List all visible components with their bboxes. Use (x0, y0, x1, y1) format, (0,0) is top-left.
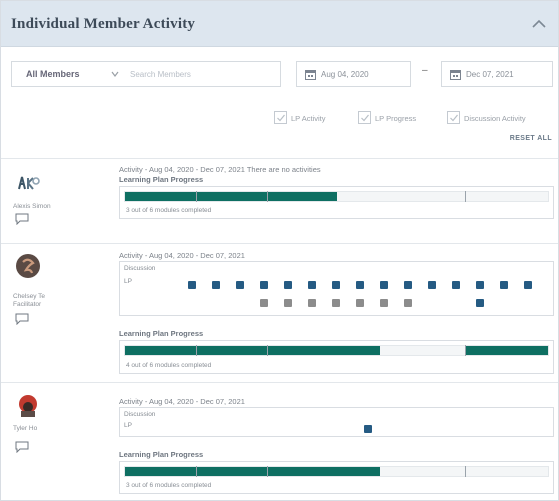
module-divider (465, 191, 466, 202)
avatar (18, 176, 40, 190)
member-select[interactable]: All Members Search Members (11, 61, 281, 87)
progress-text: 4 out of 6 modules completed (126, 362, 212, 369)
member-name: Tyler Ho (13, 425, 38, 432)
checkmark-icon (361, 114, 369, 122)
module-divider (196, 345, 197, 356)
progress-bar (124, 466, 549, 477)
progress-box: 3 out of 6 modules completed (119, 461, 554, 494)
member-search-input[interactable]: Search Members (130, 70, 191, 79)
progress-fill (125, 192, 337, 201)
checkbox-box[interactable] (358, 111, 371, 124)
lp-activity-marker (404, 281, 412, 289)
member-name: Alexis Simon (13, 203, 51, 210)
calendar-icon (450, 70, 461, 80)
module-divider (267, 191, 268, 202)
reset-all-button[interactable]: RESET ALL (510, 135, 552, 142)
progress-fill (125, 467, 380, 476)
chevron-up-icon[interactable] (530, 15, 548, 33)
lp-activity-marker (452, 281, 460, 289)
checkbox-label: Discussion Activity (464, 114, 526, 123)
discussion-activity-marker (284, 299, 292, 307)
member-name: Chelsey Te Facilitator (13, 293, 46, 308)
lp-activity-marker (188, 281, 196, 289)
activity-range-text: Activity - Aug 04, 2020 - Dec 07, 2021 (119, 251, 245, 260)
progress-box: 4 out of 6 modules completed (119, 340, 554, 374)
lp-activity-marker (356, 281, 364, 289)
discussion-activity-marker (332, 299, 340, 307)
member-activity-panel: Individual Member Activity All Members S… (0, 0, 559, 501)
lp-activity-marker (332, 281, 340, 289)
lp-activity-marker (500, 281, 508, 289)
discussion-activity-checkbox[interactable]: Discussion Activity (447, 111, 552, 125)
lp-activity-marker (308, 281, 316, 289)
avatar (16, 254, 40, 278)
lp-row-label: LP (124, 422, 132, 429)
date-range-separator: – (422, 65, 428, 76)
checkbox-label: LP Progress (375, 114, 417, 123)
lp-activity-marker (428, 281, 436, 289)
panel-title: Individual Member Activity (11, 16, 196, 32)
discussion-activity-marker (308, 299, 316, 307)
lp-activity-marker (260, 281, 268, 289)
activity-range-text: Activity - Aug 04, 2020 - Dec 07, 2021 T… (119, 165, 321, 174)
checkmark-icon (277, 114, 285, 122)
discussion-activity-marker (404, 299, 412, 307)
lp-activity-checkbox[interactable]: LP Activity (274, 111, 349, 125)
progress-title: Learning Plan Progress (119, 450, 204, 459)
lp-progress-checkbox[interactable]: LP Progress (358, 111, 438, 125)
calendar-icon (305, 70, 316, 80)
progress-text: 3 out of 6 modules completed (126, 482, 212, 489)
progress-title: Learning Plan Progress (119, 175, 204, 184)
avatar (19, 395, 37, 417)
member-row: Chelsey Te Facilitator Activity - Aug 04… (1, 243, 558, 382)
progress-title: Learning Plan Progress (119, 329, 204, 338)
filters-bar: All Members Search Members Aug 04, 2020 … (1, 48, 558, 158)
progress-text: 3 out of 6 modules completed (126, 207, 212, 214)
member-row: Alexis Simon Activity - Aug 04, 2020 - D… (1, 158, 558, 243)
lp-row-label: LP (124, 278, 132, 285)
activity-grid: Discussion LP (119, 261, 554, 316)
module-divider (196, 191, 197, 202)
chat-bubble-icon[interactable] (15, 313, 29, 325)
member-row: Tyler Ho Activity - Aug 04, 2020 - Dec 0… (1, 382, 558, 501)
lp-activity-marker (364, 425, 372, 433)
discussion-row-label: Discussion (124, 265, 156, 272)
module-divider (267, 466, 268, 477)
end-date-value: Dec 07, 2021 (466, 70, 514, 79)
chat-bubble-icon[interactable] (15, 441, 29, 453)
chevron-down-icon[interactable] (110, 69, 120, 79)
activity-range-text: Activity - Aug 04, 2020 - Dec 07, 2021 (119, 397, 245, 406)
checkbox-box[interactable] (447, 111, 460, 124)
activity-grid: Discussion LP (119, 407, 554, 437)
lp-activity-marker (284, 281, 292, 289)
module-divider (465, 345, 466, 356)
discussion-row-label: Discussion (124, 411, 156, 418)
start-date-value: Aug 04, 2020 (321, 70, 369, 79)
progress-box: 3 out of 6 modules completed (119, 186, 554, 219)
progress-fill (125, 346, 380, 355)
end-date-field[interactable]: Dec 07, 2021 (441, 61, 553, 87)
module-divider (196, 466, 197, 477)
member-select-value: All Members (26, 69, 80, 79)
module-divider (465, 466, 466, 477)
module-divider (267, 345, 268, 356)
progress-bar (124, 191, 549, 202)
lp-activity-marker (236, 281, 244, 289)
discussion-activity-marker (380, 299, 388, 307)
checkbox-box[interactable] (274, 111, 287, 124)
lp-activity-marker (476, 299, 484, 307)
lp-activity-marker (476, 281, 484, 289)
lp-activity-marker (212, 281, 220, 289)
panel-header: Individual Member Activity (1, 1, 558, 47)
progress-fill (465, 346, 548, 355)
lp-activity-marker (380, 281, 388, 289)
lp-activity-marker (524, 281, 532, 289)
checkmark-icon (450, 114, 458, 122)
chat-bubble-icon[interactable] (15, 213, 29, 225)
checkbox-label: LP Activity (291, 114, 326, 123)
discussion-activity-marker (356, 299, 364, 307)
discussion-activity-marker (260, 299, 268, 307)
progress-bar (124, 345, 549, 356)
start-date-field[interactable]: Aug 04, 2020 (296, 61, 411, 87)
